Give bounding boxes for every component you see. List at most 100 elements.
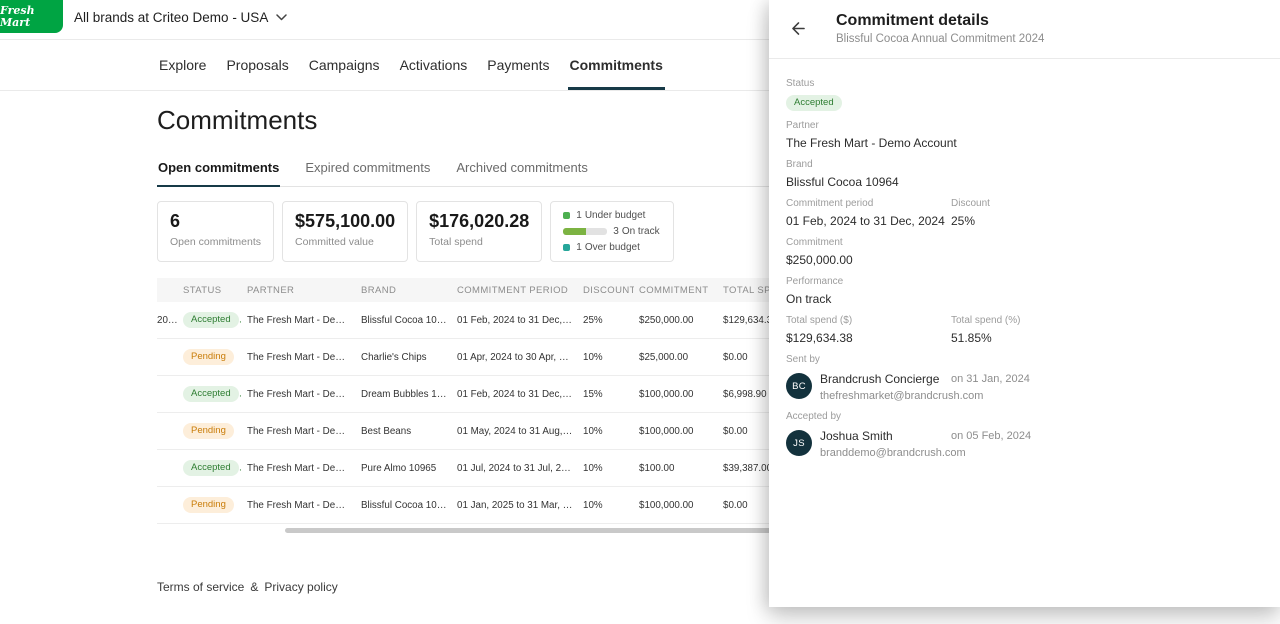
partner-cell: The Fresh Mart - Demo Account — [242, 426, 356, 437]
brand-cell: Blissful Cocoa 10964 — [356, 500, 452, 511]
nav-item-commitments[interactable]: Commitments — [568, 40, 665, 90]
total-spend-amount: $176,020.28 — [429, 211, 529, 232]
status-badge: Pending — [183, 349, 234, 366]
discount-cell: 10% — [578, 352, 634, 363]
col-partner: Partner — [242, 285, 356, 296]
brand-cell: Charlie's Chips — [356, 352, 452, 363]
commitment-name-fragment: 2024 — [157, 315, 178, 326]
under-budget-indicator-icon — [563, 212, 570, 219]
summary-card-open-commitments: 6 Open commitments — [157, 201, 274, 262]
accepted-by-name: Joshua Smith — [820, 429, 1260, 443]
discount-value: 25% — [951, 214, 1260, 228]
col-status: Status — [178, 285, 242, 296]
over-budget-count: 1 — [576, 242, 582, 253]
over-budget-indicator-icon — [563, 244, 570, 251]
discount-label: Discount — [951, 198, 1260, 209]
sent-by-email: thefreshmarket@brandcrush.com — [820, 390, 1260, 402]
discount-cell: 10% — [578, 463, 634, 474]
under-budget-count: 1 — [576, 210, 582, 221]
partner-cell: The Fresh Mart - Demo Account — [242, 389, 356, 400]
logo-title: Fresh Mart — [0, 5, 63, 29]
field-commitment: Commitment $250,000.00 — [786, 237, 1260, 267]
nav-item-activations[interactable]: Activations — [398, 40, 470, 90]
nav-item-explore[interactable]: Explore — [157, 40, 208, 90]
tab-archived-commitments[interactable]: Archived commitments — [455, 154, 588, 187]
discount-cell: 25% — [578, 315, 634, 326]
field-brand: Brand Blissful Cocoa 10964 — [786, 159, 1260, 189]
drawer-titles: Commitment details Blissful Cocoa Annual… — [836, 12, 1044, 45]
nav-item-payments[interactable]: Payments — [485, 40, 551, 90]
open-commitments-count: 6 — [170, 211, 261, 232]
performance-value: On track — [786, 292, 1260, 306]
nav-item-campaigns[interactable]: Campaigns — [307, 40, 382, 90]
col-period: Commitment period — [452, 285, 578, 296]
brand-cell: Pure Almo 10965 — [356, 463, 452, 474]
drawer-subtitle: Blissful Cocoa Annual Commitment 2024 — [836, 33, 1044, 45]
partner-value: The Fresh Mart - Demo Account — [786, 136, 1260, 150]
status-badge: Pending — [183, 497, 234, 514]
committed-value-label: Committed value — [295, 236, 395, 248]
commitment-details-drawer: Commitment details Blissful Cocoa Annual… — [769, 0, 1280, 607]
commitment-value: $250,000.00 — [786, 253, 1260, 267]
under-budget-label: Under budget — [585, 210, 646, 221]
field-commitment-period: Commitment period 01 Feb, 2024 to 31 Dec… — [786, 198, 951, 228]
budget-row-over: 1Over budget — [563, 242, 661, 253]
privacy-policy-link[interactable]: Privacy policy — [264, 580, 337, 594]
total-spend-amount-label: Total spend ($) — [786, 315, 951, 326]
over-budget-label: Over budget — [585, 242, 640, 253]
summary-card-total-spend: $176,020.28 Total spend — [416, 201, 542, 262]
period-cell: 01 Feb, 2024 to 31 Dec, 2024 — [452, 315, 578, 326]
period-cell: 01 Jan, 2025 to 31 Mar, 2025 — [452, 500, 578, 511]
period-cell: 01 Jul, 2024 to 31 Jul, 2024 — [452, 463, 578, 474]
status-cell: Accepted — [178, 312, 242, 329]
status-badge: Accepted — [183, 386, 239, 403]
app: Fresh Mart All brands at Criteo Demo - U… — [0, 0, 1280, 594]
commitment-cell: $25,000.00 — [634, 352, 718, 363]
field-performance: Performance On track — [786, 276, 1260, 306]
budget-row-on-track: 3On track — [563, 226, 661, 237]
drawer-body: Status Accepted Partner The Fresh Mart -… — [769, 59, 1280, 468]
partner-cell: The Fresh Mart - Demo Account — [242, 463, 356, 474]
col-brand: Brand — [356, 285, 452, 296]
accepted-by-date: on 05 Feb, 2024 — [951, 430, 1031, 442]
back-button[interactable] — [781, 11, 815, 45]
status-cell: Pending — [178, 423, 242, 440]
tab-open-commitments[interactable]: Open commitments — [157, 154, 280, 187]
on-track-label: On track — [622, 226, 660, 237]
partner-cell: The Fresh Mart - Demo Account — [242, 500, 356, 511]
accepted-by-label: Accepted by — [786, 411, 1260, 422]
field-partner: Partner The Fresh Mart - Demo Account — [786, 120, 1260, 150]
budget-row-under: 1Under budget — [563, 210, 661, 221]
status-cell: Accepted — [178, 460, 242, 477]
discount-cell: 10% — [578, 426, 634, 437]
sent-by-label: Sent by — [786, 354, 1260, 365]
field-row-total-spend: Total spend ($) $129,634.38 Total spend … — [786, 315, 1260, 354]
accepted-by-avatar: JS — [786, 430, 812, 456]
partner-cell: The Fresh Mart - Demo Account — [242, 315, 356, 326]
committed-value-amount: $575,100.00 — [295, 211, 395, 232]
status-badge: Accepted — [183, 460, 239, 477]
status-badge: Accepted — [786, 95, 842, 112]
period-cell: 01 Apr, 2024 to 30 Apr, 2024 — [452, 352, 578, 363]
brand-cell: Best Beans — [356, 426, 452, 437]
nav-item-proposals[interactable]: Proposals — [224, 40, 290, 90]
sent-by-person: BC Brandcrush Concierge thefreshmarket@b… — [786, 372, 1260, 402]
period-cell: 01 May, 2024 to 31 Aug, 2024 — [452, 426, 578, 437]
field-discount: Discount 25% — [951, 198, 1260, 228]
field-row-period-discount: Commitment period 01 Feb, 2024 to 31 Dec… — [786, 198, 1260, 237]
status-label: Status — [786, 78, 1260, 89]
commitment-period-value: 01 Feb, 2024 to 31 Dec, 2024 — [786, 214, 951, 228]
col-discount: Discount — [578, 285, 634, 296]
brand-selector[interactable]: All brands at Criteo Demo - USA — [74, 10, 287, 25]
tab-expired-commitments[interactable]: Expired commitments — [304, 154, 431, 187]
sent-by-date: on 31 Jan, 2024 — [951, 373, 1030, 385]
sent-by-avatar: BC — [786, 373, 812, 399]
performance-label: Performance — [786, 276, 1260, 287]
accepted-by-email: branddemo@brandcrush.com — [820, 447, 1260, 459]
chevron-down-icon — [276, 14, 287, 21]
on-track-count: 3 — [613, 226, 619, 237]
field-status: Status Accepted — [786, 78, 1260, 111]
scrollbar-thumb[interactable] — [285, 528, 790, 533]
terms-of-service-link[interactable]: Terms of service — [157, 580, 244, 594]
open-commitments-label: Open commitments — [170, 236, 261, 248]
